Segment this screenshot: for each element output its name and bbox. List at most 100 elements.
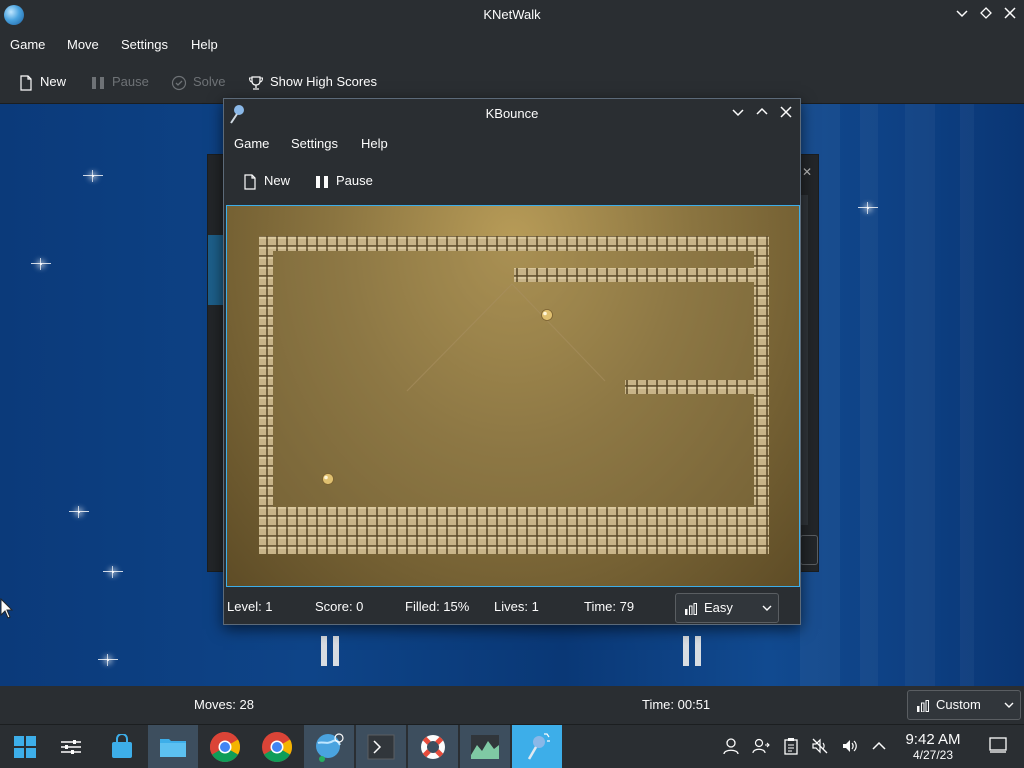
kbounce-pause-label: Pause <box>336 173 373 188</box>
filled-strip-upper <box>514 268 754 282</box>
kbounce-board-svg <box>259 236 769 554</box>
pipe-segment <box>695 636 701 666</box>
taskbar-knetwalk[interactable] <box>304 725 354 768</box>
background-stripe <box>960 104 974 686</box>
wall-top <box>259 236 769 251</box>
show-high-scores-button[interactable]: Show High Scores <box>248 70 377 94</box>
minimize-button[interactable] <box>951 5 973 25</box>
menu-help[interactable]: Help <box>191 30 218 60</box>
kbounce-toolbar: New Pause <box>224 159 800 203</box>
kbounce-menu-help[interactable]: Help <box>361 129 388 159</box>
volume-icon[interactable] <box>840 737 860 757</box>
chevron-down-icon <box>1004 702 1014 708</box>
score-indicator: Score: 0 <box>315 599 364 614</box>
chrome-icon <box>209 732 241 763</box>
ball <box>541 309 553 321</box>
new-game-button[interactable]: New <box>18 70 66 94</box>
shopping-bag-icon <box>112 734 132 758</box>
pipe-segment <box>321 636 327 666</box>
taskbar-system-monitor[interactable] <box>460 725 510 768</box>
taskbar-kbounce[interactable] <box>512 725 562 768</box>
kbounce-menu-game[interactable]: Game <box>234 129 269 159</box>
taskbar-discover[interactable] <box>97 725 147 768</box>
star-sparkle <box>103 566 123 578</box>
background-window-selection <box>208 235 224 305</box>
kbounce-maximize-button[interactable] <box>751 104 773 124</box>
wall-bottom <box>259 507 769 554</box>
clock-time: 9:42 AM <box>905 731 961 748</box>
kbounce-difficulty-value: Easy <box>704 600 733 615</box>
taskbar-konsole[interactable] <box>356 725 406 768</box>
star-sparkle <box>858 202 878 214</box>
ball <box>322 473 334 485</box>
digital-clock[interactable]: 9:42 AM 4/27/23 <box>898 731 968 762</box>
pause-button[interactable]: Pause <box>90 70 149 94</box>
diamond-icon <box>980 7 992 19</box>
time-indicator: Time: 79 <box>584 599 635 614</box>
kbounce-playfield[interactable] <box>226 205 800 587</box>
background-stripe <box>905 104 935 686</box>
filled-strip-middle <box>625 380 754 394</box>
chevron-down-icon <box>956 10 968 18</box>
chevron-down-icon <box>732 109 744 117</box>
lifebuoy-icon <box>421 735 445 759</box>
new-document-icon <box>20 74 32 91</box>
taskbar-chrome-2[interactable] <box>252 725 302 768</box>
pause-icon <box>92 76 104 89</box>
start-menu-button[interactable] <box>0 725 50 768</box>
kbounce-window-title: KBounce <box>485 106 539 121</box>
star-sparkle <box>69 506 89 518</box>
menu-move[interactable]: Move <box>67 30 99 60</box>
lives-indicator: Lives: 1 <box>494 599 539 614</box>
users-switch-icon[interactable] <box>751 737 771 757</box>
star-sparkle <box>98 654 118 666</box>
kbounce-difficulty-combobox[interactable]: Easy <box>675 593 779 623</box>
wall-left <box>259 251 273 507</box>
background-window-button <box>800 535 818 565</box>
kbounce-menu-settings[interactable]: Settings <box>291 129 338 159</box>
background-window-close-icon: ✕ <box>802 165 813 179</box>
knetwalk-window-title: KNetWalk <box>483 7 541 22</box>
kbounce-close-button[interactable] <box>775 104 797 124</box>
level-indicator: Level: 1 <box>227 599 273 614</box>
elapsed-time: Time: 00:51 <box>642 697 711 712</box>
tray-expand-chevron-up-icon[interactable] <box>869 737 889 757</box>
check-circle-icon <box>171 75 187 90</box>
ball-highlight <box>543 311 547 316</box>
pause-label: Pause <box>112 74 149 89</box>
difficulty-combobox[interactable]: Custom <box>907 690 1021 720</box>
audio-muted-icon[interactable] <box>810 737 830 757</box>
menu-settings[interactable]: Settings <box>121 30 168 60</box>
maximize-button[interactable] <box>975 5 997 25</box>
kbounce-new-button[interactable]: New <box>242 169 290 193</box>
settings-sliders-icon <box>61 740 81 754</box>
knetwalk-statusbar: Moves: 28 Time: 00:51 Custom <box>0 686 1024 724</box>
close-button[interactable] <box>999 5 1021 25</box>
show-desktop-icon[interactable] <box>988 737 1008 757</box>
menu-game[interactable]: Game <box>10 30 45 60</box>
kbounce-minimize-button[interactable] <box>727 104 749 124</box>
taskbar-chrome-1[interactable] <box>200 725 250 768</box>
bar-chart-icon <box>917 699 929 712</box>
clipboard-icon[interactable] <box>781 737 801 757</box>
knetwalk-menubar: Game Move Settings Help <box>0 30 1024 60</box>
trophy-icon <box>248 75 264 90</box>
new-game-label: New <box>40 74 67 89</box>
solve-button[interactable]: Solve <box>171 70 226 94</box>
knetwalk-globe-icon <box>316 733 344 762</box>
folder-icon <box>160 739 186 757</box>
knetwalk-titlebar: KNetWalk <box>0 0 1024 30</box>
background-stripe <box>860 104 878 686</box>
mouse-cursor-icon <box>0 598 14 619</box>
kbounce-menubar: Game Settings Help <box>224 129 800 159</box>
kbounce-pause-button[interactable]: Pause <box>314 169 373 193</box>
taskbar-help-center[interactable] <box>408 725 458 768</box>
pipe-segment <box>333 636 339 666</box>
taskbar-file-manager[interactable] <box>148 725 198 768</box>
filled-indicator: Filled: 15% <box>405 599 470 614</box>
taskbar-system-settings[interactable] <box>46 725 96 768</box>
user-icon[interactable] <box>721 737 741 757</box>
kbounce-icon <box>527 733 550 760</box>
chevron-up-icon <box>756 107 768 115</box>
open-area <box>259 236 769 553</box>
